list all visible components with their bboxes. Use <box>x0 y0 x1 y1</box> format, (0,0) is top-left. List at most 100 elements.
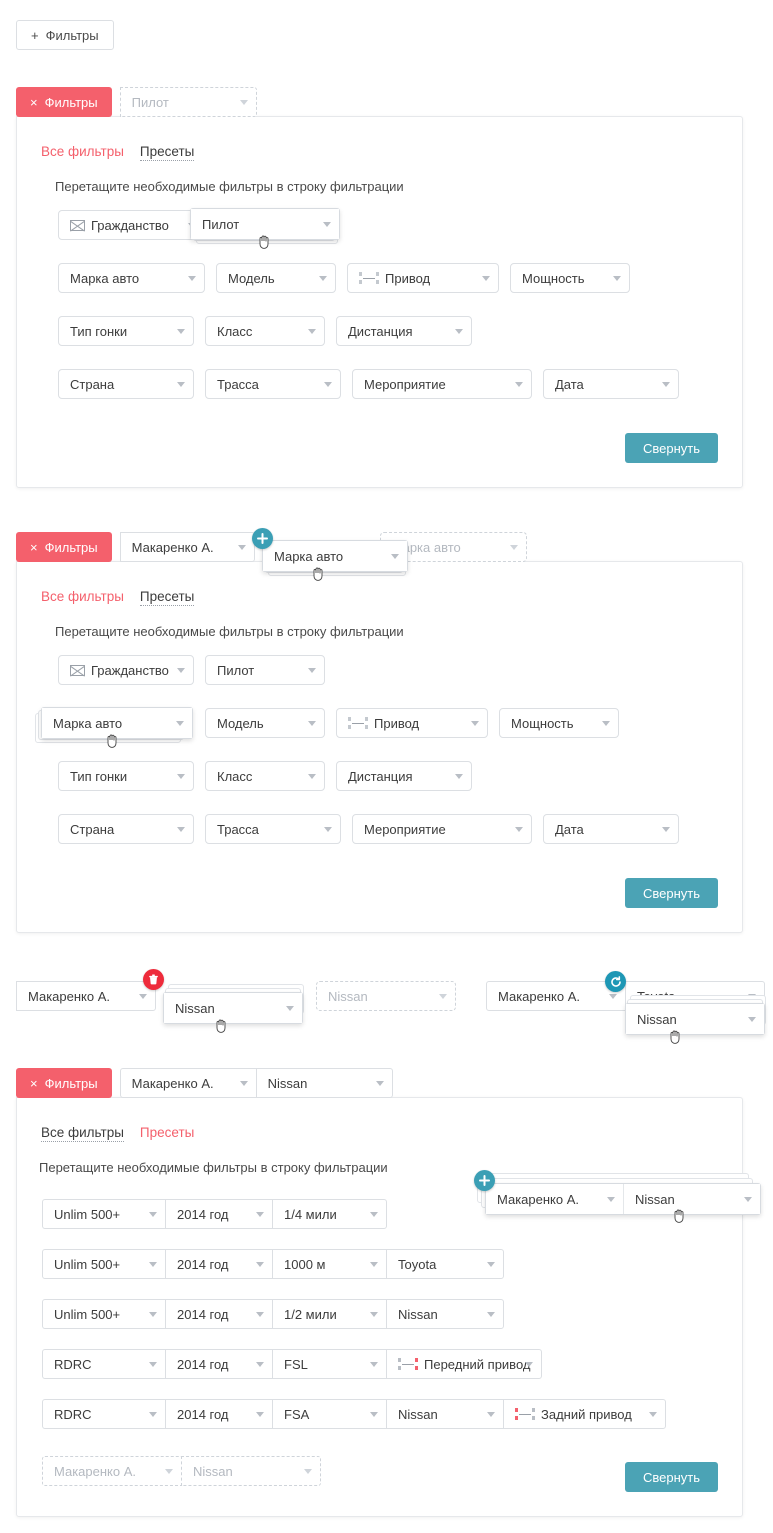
filter-option-label: Дата <box>555 376 584 392</box>
filter-chip-driver[interactable]: Макаренко А. <box>119 1068 257 1098</box>
filter-option-event[interactable]: Мероприятие <box>352 814 532 844</box>
filter-option-power[interactable]: Мощность <box>499 708 619 738</box>
filter-option-label: Модель <box>217 715 264 731</box>
drag-chip-nissan[interactable]: Nissan <box>163 992 303 1024</box>
panel-tabs-2: Все фильтры Пресеты <box>41 589 195 606</box>
drag-preview-preset-pair[interactable]: Макаренко А. Nissan <box>477 1173 761 1223</box>
filter-option-power[interactable]: Мощность <box>510 263 630 293</box>
drag-chip-car-make[interactable]: Марка авто <box>262 540 408 572</box>
drag-chip-driver[interactable]: Макаренко А. <box>486 1184 623 1214</box>
chevron-down-icon <box>176 721 184 726</box>
preset-cell-distance[interactable]: 1/4 мили <box>272 1199 387 1229</box>
dropzone-cell-brand[interactable]: Nissan <box>181 1456 321 1486</box>
close-filters-button[interactable]: × Фильтры <box>16 1068 112 1098</box>
collapse-button-1[interactable]: Свернуть <box>624 433 718 463</box>
drag-chip-pair[interactable]: Макаренко А. Nissan <box>485 1183 761 1215</box>
filter-option-citizenship[interactable]: Гражданство <box>58 210 205 240</box>
drag-chip-pilot[interactable]: Пилот <box>190 208 340 240</box>
chevron-down-icon <box>256 1212 264 1217</box>
tab-all-filters[interactable]: Все фильтры <box>41 144 124 161</box>
preset-cell-drivetrain-rear[interactable]: Задний привод <box>503 1399 666 1429</box>
preset-cell-distance[interactable]: 1000 м <box>272 1249 387 1279</box>
filter-option-citizenship[interactable]: Гражданство <box>58 655 194 685</box>
preset-cell-year[interactable]: 2014 год <box>165 1199 273 1229</box>
drag-preview-nissan-delete[interactable]: Nissan <box>163 984 304 1033</box>
add-filters-button[interactable]: + Фильтры <box>16 20 114 50</box>
filter-chip-row: Макаренко А. Nissan <box>119 1068 393 1098</box>
preset-cell-year[interactable]: 2014 год <box>165 1299 273 1329</box>
filter-chip-nissan[interactable]: Nissan <box>255 1068 393 1098</box>
drag-chip-nissan-2[interactable]: Nissan <box>625 1003 765 1035</box>
preset-cell-brand[interactable]: Nissan <box>386 1399 504 1429</box>
preset-cell-series[interactable]: RDRC <box>42 1399 166 1429</box>
filter-option-class[interactable]: Класс <box>205 761 325 791</box>
filter-option-model[interactable]: Модель <box>216 263 336 293</box>
filter-option-race-type[interactable]: Тип гонки <box>58 761 194 791</box>
filter-chip-drop-placeholder[interactable]: Пилот <box>119 87 257 117</box>
collapse-button-3[interactable]: Свернуть <box>624 1462 718 1492</box>
tab-all-filters[interactable]: Все фильтры <box>41 589 124 606</box>
drag-preview-nissan-swap[interactable]: Nissan <box>625 995 766 1044</box>
preset-cell-brand[interactable]: Toyota <box>386 1249 504 1279</box>
drag-preview-car-make-bar[interactable]: Марка авто <box>262 540 408 581</box>
preset-cell-series[interactable]: Unlim 500+ <box>42 1299 166 1329</box>
filter-chip-ghost-nissan[interactable]: Nissan <box>316 981 456 1011</box>
preset-cell-series[interactable]: Unlim 500+ <box>42 1199 166 1229</box>
drag-chip-select[interactable]: Пилот <box>191 209 339 239</box>
drag-chip-car-make-2[interactable]: Марка авто <box>41 707 193 739</box>
filter-option-date[interactable]: Дата <box>543 814 679 844</box>
filter-option-event[interactable]: Мероприятие <box>352 369 532 399</box>
filter-option-track[interactable]: Трасса <box>205 814 341 844</box>
preset-cell-class[interactable]: FSA <box>272 1399 387 1429</box>
filter-option-drivetrain[interactable]: Привод <box>347 263 499 293</box>
badge-delete-filter <box>143 969 164 990</box>
drag-chip-select[interactable]: Nissan <box>164 993 302 1023</box>
preset-cell-label: 1000 м <box>284 1256 326 1272</box>
drag-chip-select[interactable]: Марка авто <box>263 541 407 571</box>
filter-option-date[interactable]: Дата <box>543 369 679 399</box>
filter-option-country[interactable]: Страна <box>58 369 194 399</box>
chevron-down-icon <box>308 774 316 779</box>
filter-option-pilot[interactable]: Пилот <box>205 655 325 685</box>
filter-option-distance[interactable]: Дистанция <box>336 316 472 346</box>
preset-cell-year[interactable]: 2014 год <box>165 1399 273 1429</box>
filter-option-country[interactable]: Страна <box>58 814 194 844</box>
filter-option-model[interactable]: Модель <box>205 708 325 738</box>
dropzone-cell-driver[interactable]: Макаренко А. <box>42 1456 182 1486</box>
preset-row: Unlim 500+ 2014 год 1/4 мили <box>42 1199 387 1229</box>
preset-cell-series[interactable]: Unlim 500+ <box>42 1249 166 1279</box>
drag-chip-select[interactable]: Nissan <box>626 1004 764 1034</box>
filter-chip-driver[interactable]: Макаренко А. <box>16 981 156 1011</box>
preset-cell-drivetrain-front[interactable]: Передний привод <box>386 1349 542 1379</box>
drag-chip-select[interactable]: Марка авто <box>42 708 192 738</box>
preset-row: RDRC 2014 год FSL Передний привод <box>42 1349 542 1379</box>
close-filters-button[interactable]: × Фильтры <box>16 87 112 117</box>
filter-option-track[interactable]: Трасса <box>205 369 341 399</box>
preset-cell-class[interactable]: FSL <box>272 1349 387 1379</box>
drag-chip-brand[interactable]: Nissan <box>623 1184 760 1214</box>
filter-option-label: Мощность <box>522 270 585 286</box>
filter-option-class[interactable]: Класс <box>205 316 325 346</box>
filter-catalog-row: Гражданство <box>58 210 205 240</box>
filter-option-drivetrain[interactable]: Привод <box>336 708 488 738</box>
filter-option-distance[interactable]: Дистанция <box>336 761 472 791</box>
preset-cell-series[interactable]: RDRC <box>42 1349 166 1379</box>
preset-cell-year[interactable]: 2014 год <box>165 1349 273 1379</box>
filter-option-race-type[interactable]: Тип гонки <box>58 316 194 346</box>
preset-cell-brand[interactable]: Nissan <box>386 1299 504 1329</box>
preset-cell-distance[interactable]: 1/2 мили <box>272 1299 387 1329</box>
tab-presets[interactable]: Пресеты <box>139 589 195 606</box>
tab-all-filters[interactable]: Все фильтры <box>41 1125 124 1142</box>
envelope-icon <box>70 664 85 679</box>
close-filters-button[interactable]: × Фильтры <box>16 532 112 562</box>
drag-preview-pilot[interactable]: Пилот <box>190 208 340 249</box>
chevron-down-icon <box>515 382 523 387</box>
filter-chip-driver[interactable]: Макаренко А. <box>119 532 255 562</box>
preset-cell-year[interactable]: 2014 год <box>165 1249 273 1279</box>
preset-dropzone[interactable]: Макаренко А. Nissan <box>42 1456 321 1486</box>
drag-preview-car-make-panel[interactable]: Марка авто <box>35 707 193 748</box>
tab-presets[interactable]: Пресеты <box>140 1125 194 1142</box>
collapse-button-2[interactable]: Свернуть <box>624 878 718 908</box>
tab-presets[interactable]: Пресеты <box>139 144 195 161</box>
filter-option-car-make[interactable]: Марка авто <box>58 263 205 293</box>
